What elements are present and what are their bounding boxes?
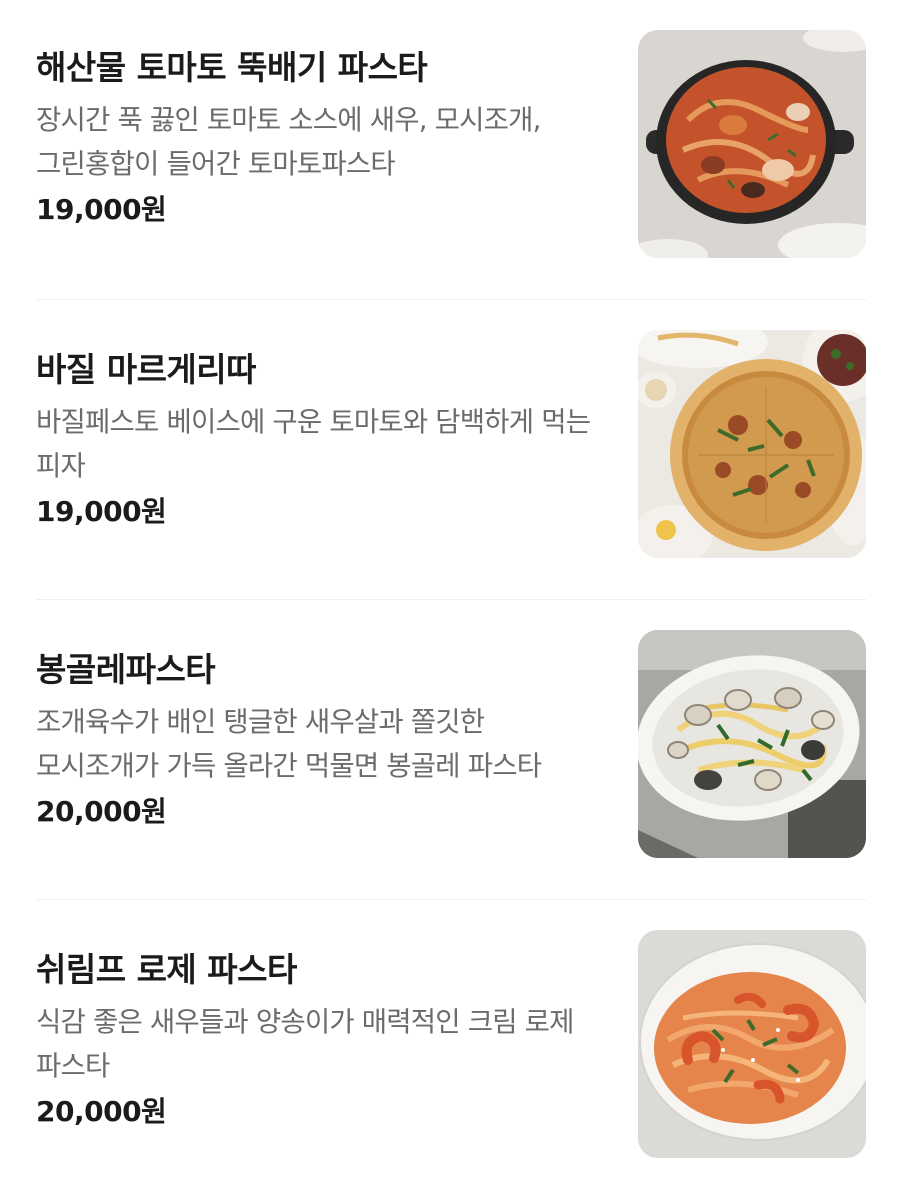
menu-item-text: 해산물 토마토 뚝배기 파스타 장시간 푹 끓인 토마토 소스에 새우, 모시조…	[36, 48, 608, 230]
menu-item-description: 장시간 푹 끓인 토마토 소스에 새우, 모시조개, 그린홍합이 들어간 토마토…	[36, 104, 541, 180]
menu-item-price: 19,000원	[36, 495, 167, 528]
menu-item-price: 20,000원	[36, 795, 167, 828]
seafood-tomato-pasta-photo[interactable]	[638, 30, 866, 258]
shrimp-rose-pasta-photo[interactable]	[638, 930, 866, 1158]
menu-item[interactable]: 쉬림프 로제 파스타 식감 좋은 새우들과 양송이가 매력적인 크림 로제 파스…	[36, 900, 866, 1177]
menu-item[interactable]: 바질 마르게리따 바질페스토 베이스에 구운 토마토와 담백하게 먹는 피자 1…	[36, 300, 866, 600]
menu-item-price: 19,000원	[36, 193, 167, 226]
basil-margherita-pizza-photo[interactable]	[638, 330, 866, 558]
menu-item[interactable]: 해산물 토마토 뚝배기 파스타 장시간 푹 끓인 토마토 소스에 새우, 모시조…	[36, 0, 866, 300]
menu-item-price: 20,000원	[36, 1095, 167, 1128]
menu-item-description: 조개육수가 배인 탱글한 새우살과 쫄깃한 모시조개가 가득 올라간 먹물면 봉…	[36, 706, 542, 782]
menu-item-text: 바질 마르게리따 바질페스토 베이스에 구운 토마토와 담백하게 먹는 피자 1…	[36, 350, 608, 532]
menu-item[interactable]: 봉골레파스타 조개육수가 배인 탱글한 새우살과 쫄깃한 모시조개가 가득 올라…	[36, 600, 866, 900]
menu-item-text: 봉골레파스타 조개육수가 배인 탱글한 새우살과 쫄깃한 모시조개가 가득 올라…	[36, 650, 608, 832]
menu-item-name: 해산물 토마토 뚝배기 파스타	[36, 48, 428, 87]
menu-item-name: 봉골레파스타	[36, 650, 216, 689]
vongole-pasta-photo[interactable]	[638, 630, 866, 858]
menu-item-text: 쉬림프 로제 파스타 식감 좋은 새우들과 양송이가 매력적인 크림 로제 파스…	[36, 950, 608, 1132]
menu-item-description: 식감 좋은 새우들과 양송이가 매력적인 크림 로제 파스타	[36, 1006, 574, 1082]
menu-item-name: 바질 마르게리따	[36, 350, 257, 389]
menu-item-name: 쉬림프 로제 파스타	[36, 950, 297, 989]
menu-list: 해산물 토마토 뚝배기 파스타 장시간 푹 끓인 토마토 소스에 새우, 모시조…	[0, 0, 900, 1177]
menu-item-description: 바질페스토 베이스에 구운 토마토와 담백하게 먹는 피자	[36, 406, 591, 482]
